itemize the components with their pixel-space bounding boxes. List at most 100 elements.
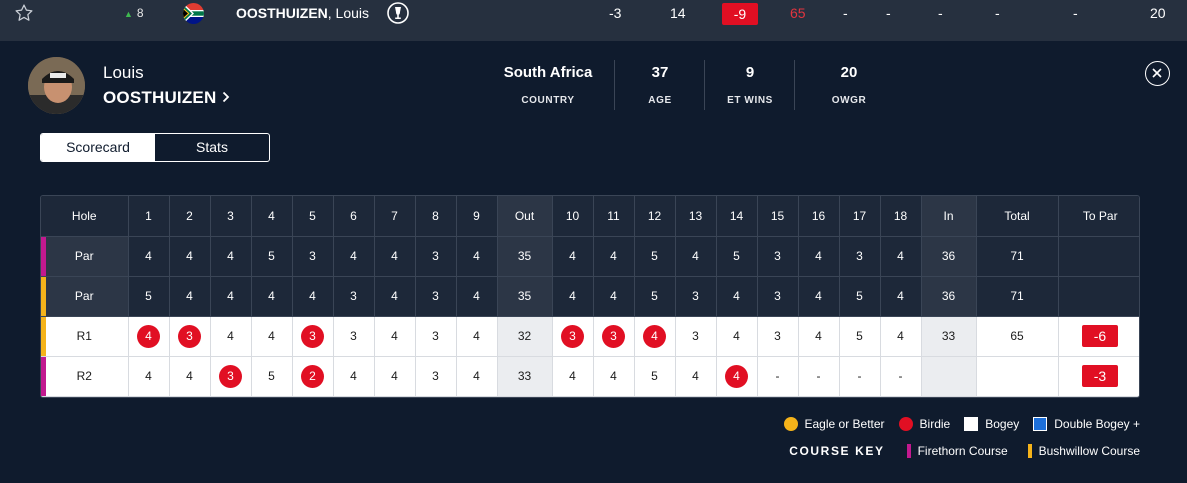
score-cell: - — [798, 356, 840, 397]
star-icon[interactable] — [14, 3, 34, 23]
par-row: Par 5 4 4 4 4 3 4 3 4 35 4 4 5 3 4 3 4 5 4 36 71 — [41, 276, 1139, 317]
header-cell: 8 — [415, 196, 457, 237]
total-score: - — [995, 5, 1000, 21]
scorecard-table: Hole 1 2 3 4 5 6 7 8 9 Out 10 11 12 13 14 15 16 17 18 In Tota… — [40, 195, 1140, 398]
score-key: Eagle or Better Birdie Bogey Double Boge… — [770, 417, 1140, 431]
row-label: Par — [41, 276, 129, 317]
score-cell: 4 — [593, 276, 635, 317]
bushwillow-marker-icon — [1027, 444, 1032, 458]
hole-score: 3 — [593, 316, 635, 357]
header-cell: 2 — [169, 196, 211, 237]
score-cell: 33 — [921, 316, 977, 357]
score-cell: 4 — [210, 276, 252, 317]
birdie-marker: 3 — [219, 364, 242, 388]
view-tabs: Scorecard Stats — [40, 133, 270, 162]
close-button[interactable] — [1145, 61, 1170, 86]
score-cell: 4 — [456, 236, 498, 277]
birdie-marker: 3 — [178, 324, 201, 348]
player-name[interactable]: OOSTHUIZEN, Louis — [236, 0, 369, 27]
eagle-marker-icon — [783, 417, 798, 431]
round-row: R1 4 3 4 4 3 3 4 3 4 32 3 3 4 3 4 3 4 5 4 33 65 -6 — [41, 316, 1139, 357]
score-cell: 4 — [716, 316, 758, 357]
score-cell: 3 — [757, 236, 799, 277]
score-cell: 4 — [798, 316, 840, 357]
score-cell — [1058, 236, 1139, 277]
score-cell: 4 — [552, 236, 594, 277]
header-cell: 17 — [839, 196, 881, 237]
close-icon — [1152, 68, 1162, 78]
divider — [794, 60, 795, 110]
score-cell: 4 — [716, 276, 758, 317]
header-cell: 16 — [798, 196, 840, 237]
key-bogey: Bogey — [964, 417, 1019, 431]
score-cell: 5 — [634, 236, 676, 277]
birdie-marker: 4 — [643, 324, 666, 348]
to-par-cell: -3 — [1058, 356, 1139, 397]
bogey-marker-icon — [964, 417, 979, 431]
par-row: Par 4 4 4 5 3 4 4 3 4 35 4 4 5 4 5 3 4 3 4 36 71 — [41, 236, 1139, 277]
to-par-badge: -6 — [1082, 325, 1118, 347]
points: - — [1073, 5, 1078, 21]
tab-stats[interactable]: Stats — [155, 134, 269, 161]
header-cell: 13 — [675, 196, 717, 237]
header-cell: Hole — [41, 196, 129, 237]
score-cell: 4 — [456, 316, 498, 357]
header-cell: 11 — [593, 196, 635, 237]
header-cell: 3 — [210, 196, 252, 237]
double-bogey-marker-icon — [1033, 417, 1048, 431]
score-cell: 3 — [415, 356, 457, 397]
row-label: R2 — [41, 356, 129, 397]
score-cell: 4 — [880, 236, 922, 277]
leaderboard-row[interactable]: ▲ 8 OOSTHUIZEN, Louis -3 14 -9 65 - - - -… — [0, 0, 1187, 41]
arrow-up-icon: ▲ — [124, 9, 133, 19]
score-cell: 4 — [374, 236, 416, 277]
score-cell: 32 — [497, 316, 553, 357]
score-cell: 36 — [921, 276, 977, 317]
scorecard-header-row: Hole 1 2 3 4 5 6 7 8 9 Out 10 11 12 13 14 15 16 17 18 In Tota… — [41, 196, 1139, 237]
score-cell: 4 — [128, 356, 170, 397]
score-cell: 36 — [921, 236, 977, 277]
tab-scorecard[interactable]: Scorecard — [41, 134, 155, 161]
header-cell: 12 — [634, 196, 676, 237]
score-cell: 5 — [634, 356, 676, 397]
stat-age: 37 AGE — [648, 64, 672, 106]
firethorn-marker-icon — [906, 444, 911, 458]
score-cell: 4 — [333, 356, 375, 397]
score-cell: 3 — [415, 236, 457, 277]
score-cell: 71 — [976, 236, 1059, 277]
score-cell: 5 — [251, 356, 293, 397]
position-movement: ▲ 8 — [124, 6, 144, 20]
south-africa-flag-icon — [183, 3, 204, 24]
birdie-marker-icon — [898, 417, 913, 431]
stat-et-wins: 9 ET WINS — [727, 64, 773, 106]
score-cell: 4 — [169, 236, 211, 277]
score-cell: 4 — [251, 316, 293, 357]
hole-score: 3 — [292, 316, 334, 357]
course-indicator — [41, 276, 46, 316]
score-cell: 3 — [415, 316, 457, 357]
row-label: Par — [41, 236, 129, 277]
score-cell: 4 — [210, 236, 252, 277]
score-cell: 4 — [251, 276, 293, 317]
score-cell: 4 — [880, 276, 922, 317]
to-par: -3 — [609, 5, 622, 21]
key-eagle: Eagle or Better — [783, 417, 885, 431]
score-cell — [921, 356, 977, 397]
to-par-cell: -6 — [1058, 316, 1139, 357]
course-key: COURSE KEY Firethorn Course Bushwillow C… — [789, 444, 1140, 458]
chevron-right-icon — [223, 91, 230, 103]
score-cell: 3 — [292, 236, 334, 277]
header-cell: Total — [976, 196, 1059, 237]
score-cell: 5 — [716, 236, 758, 277]
score-cell: 4 — [552, 276, 594, 317]
score-cell: 4 — [210, 316, 252, 357]
hole-score: 3 — [210, 356, 252, 397]
score-cell: 4 — [798, 276, 840, 317]
score-cell: 35 — [497, 276, 553, 317]
header-cell: 6 — [333, 196, 375, 237]
score-cell: 4 — [675, 356, 717, 397]
player-profile-link[interactable]: OOSTHUIZEN — [103, 88, 230, 108]
score-cell: 4 — [169, 276, 211, 317]
score-cell: 65 — [976, 316, 1059, 357]
header-cell: 4 — [251, 196, 293, 237]
